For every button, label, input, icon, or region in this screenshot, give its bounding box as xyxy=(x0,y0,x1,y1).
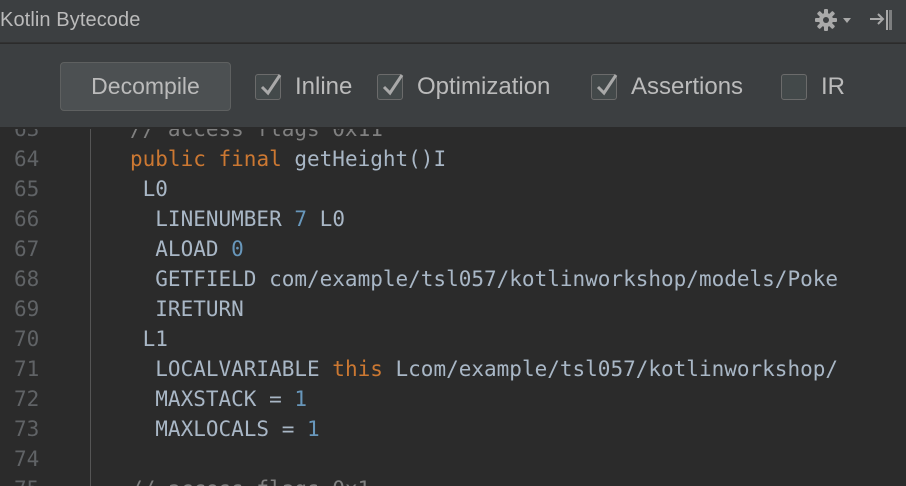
code-line: 72 MAXSTACK = 1 xyxy=(0,384,906,414)
code-line: 66 LINENUMBER 7 L0 xyxy=(0,204,906,234)
code-text: // access flags 0x11 xyxy=(130,129,383,144)
code-token: 1 xyxy=(307,417,320,441)
code-token: final xyxy=(218,147,282,171)
code-line: 64 public final getHeight()I xyxy=(0,144,906,174)
gear-icon[interactable] xyxy=(814,7,854,33)
inline-label: Inline xyxy=(295,73,353,100)
code-token: Lcom/example/tsl057/kotlinworkshop/ xyxy=(382,357,839,381)
code-token: 7 xyxy=(294,207,308,231)
assertions-option[interactable]: Assertions xyxy=(591,71,743,103)
code-token: L0 xyxy=(130,177,168,201)
code-token: LINENUMBER xyxy=(130,207,295,231)
options-toolbar: Decompile Inline Optimization Assertions… xyxy=(0,44,906,128)
code-text: L0 xyxy=(130,174,168,204)
line-number: 67 xyxy=(14,237,40,261)
code-text: MAXLOCALS = 1 xyxy=(130,414,320,444)
inline-checkbox[interactable] xyxy=(255,74,282,100)
code-token: MAXLOCALS = xyxy=(130,417,308,441)
code-line: 69 IRETURN xyxy=(0,294,906,324)
code-line: 68 GETFIELD com/example/tsl057/kotlinwor… xyxy=(0,264,906,294)
ir-checkbox[interactable] xyxy=(781,74,807,100)
line-number: 63 xyxy=(14,129,40,141)
line-number: 65 xyxy=(14,177,40,201)
code-token: public xyxy=(130,147,206,171)
code-token: // access flags 0x11 xyxy=(130,129,383,141)
assertions-label: Assertions xyxy=(631,73,744,100)
checkmark-icon xyxy=(596,74,618,96)
code-text: LINENUMBER 7 L0 xyxy=(130,204,345,234)
code-token: IRETURN xyxy=(130,297,244,321)
hide-panel-icon[interactable] xyxy=(868,7,894,33)
checkmark-icon xyxy=(382,74,404,96)
line-number: 64 xyxy=(14,147,40,171)
code-text: ALOAD 0 xyxy=(130,234,244,264)
code-line: 73 MAXLOCALS = 1 xyxy=(0,414,906,444)
code-line: 75 // access flags 0x1 xyxy=(0,474,906,486)
code-text: GETFIELD com/example/tsl057/kotlinworksh… xyxy=(130,264,838,294)
checkmark-icon xyxy=(260,74,282,96)
code-token: getHeight()I xyxy=(281,147,447,171)
code-line: 67 ALOAD 0 xyxy=(0,234,906,264)
line-number: 75 xyxy=(0,474,60,486)
bytecode-editor[interactable]: 63// access flags 0x11 64 public final get… xyxy=(0,129,906,486)
ir-label: IR xyxy=(821,73,845,100)
code-token: this xyxy=(332,357,383,381)
optimization-option[interactable]: Optimization xyxy=(377,71,550,103)
ir-option[interactable]: IR xyxy=(781,71,845,103)
tool-window-title: Kotlin Bytecode xyxy=(0,9,141,31)
code-token: L0 xyxy=(307,207,345,231)
code-token: GETFIELD com/example/tsl057/kotlinworksh… xyxy=(130,267,839,291)
code-token: // access flags 0x1 xyxy=(130,477,370,486)
header-actions xyxy=(814,7,894,33)
code-token: MAXSTACK = xyxy=(130,387,295,411)
code-token: L1 xyxy=(130,327,168,351)
line-number: 73 xyxy=(14,417,40,441)
line-number: 69 xyxy=(14,297,40,321)
code-token: ALOAD xyxy=(130,237,232,261)
code-line: 71 LOCALVARIABLE this Lcom/example/tsl05… xyxy=(0,354,906,384)
line-number: 68 xyxy=(14,267,40,291)
code-text: MAXSTACK = 1 xyxy=(130,384,307,414)
line-number: 66 xyxy=(14,207,40,231)
code-line: 70 L1 xyxy=(0,324,906,354)
code-text: IRETURN xyxy=(130,294,244,324)
optimization-checkbox[interactable] xyxy=(377,74,404,100)
assertions-checkbox[interactable] xyxy=(591,74,618,100)
code-token: LOCALVARIABLE xyxy=(130,357,333,381)
inline-option[interactable]: Inline xyxy=(255,71,352,103)
code-text: // access flags 0x1 xyxy=(130,474,370,486)
code-line: 65 L0 xyxy=(0,174,906,204)
code-text: public final getHeight()I xyxy=(130,144,446,174)
code-token: 1 xyxy=(294,387,308,411)
optimization-label: Optimization xyxy=(417,73,551,100)
code-line: 74 xyxy=(0,444,906,474)
code-text: LOCALVARIABLE this Lcom/example/tsl057/k… xyxy=(130,354,838,384)
line-number: 70 xyxy=(14,327,40,351)
tool-window-header: Kotlin Bytecode xyxy=(0,0,906,43)
line-number: 74 xyxy=(14,447,40,471)
code-token: 0 xyxy=(231,237,244,261)
line-number: 72 xyxy=(14,387,40,411)
decompile-button[interactable]: Decompile xyxy=(60,62,231,111)
code-text: L1 xyxy=(130,324,168,354)
line-number: 71 xyxy=(14,357,40,381)
code-line: 63 // access flags 0x11 xyxy=(0,129,906,144)
